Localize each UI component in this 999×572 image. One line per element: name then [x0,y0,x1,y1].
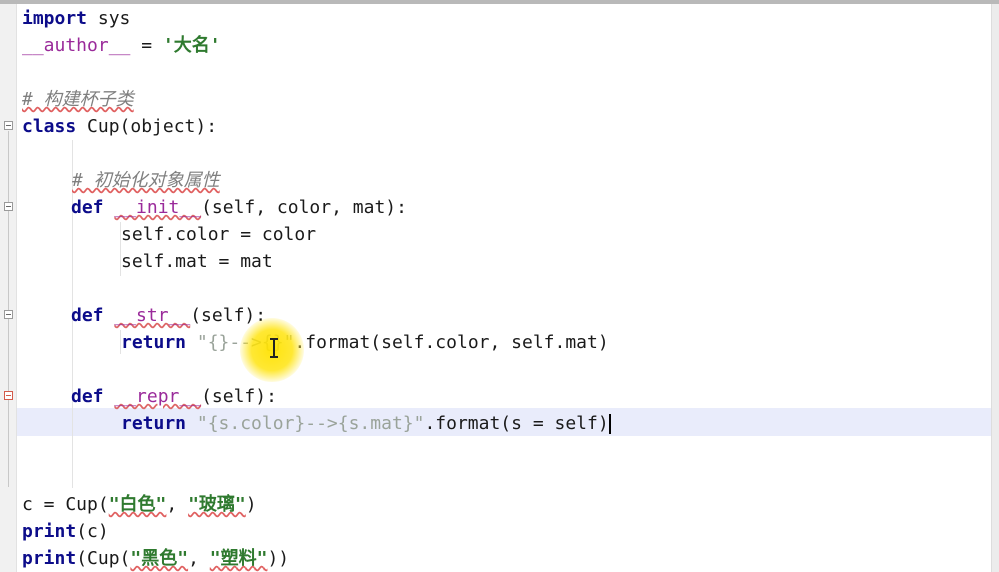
code-line-current[interactable]: return "{s.color}-->{s.mat}".format(s = … [121,410,611,437]
code-line[interactable]: __author__ = '大名' [22,32,221,59]
code-line[interactable]: c = Cup("白色", "玻璃") [22,491,257,518]
code-text: (self, color, mat): [201,197,407,218]
keyword: import [22,8,88,29]
editor-scrollbar[interactable] [991,4,999,572]
code-line[interactable]: def __repr__(self): [71,383,277,410]
code-text: ) [245,494,257,515]
string-literal: "玻璃" [188,494,246,515]
dunder-name: __str__ [114,305,191,326]
code-text: sys [87,8,131,29]
string-literal: "塑料" [209,548,268,569]
string-literal: "黑色" [130,548,189,569]
code-line[interactable]: def __str__(self): [71,302,266,329]
code-text: self.mat = mat [121,251,273,272]
keyword: class [22,116,77,137]
keyword: print [22,521,77,542]
code-line[interactable]: def __init__(self, color, mat): [71,194,407,221]
keyword: def [71,305,104,326]
code-text: c = Cup( [22,494,109,515]
fold-toggle-icon[interactable] [4,202,13,211]
string-literal: '大名' [162,35,221,56]
text-cursor-icon [270,338,278,358]
keyword: print [22,548,77,569]
code-text: , [166,494,189,515]
comment: # 构建杯子类 [22,89,134,110]
string-literal: "{s.color}-->{s.mat}" [196,413,425,434]
code-line[interactable]: import sys [22,5,130,32]
code-line[interactable]: self.color = color [121,221,316,248]
code-line[interactable]: class Cup(object): [22,113,217,140]
editor-top-border [0,0,999,4]
code-text: self.color = color [121,224,317,245]
fold-range-line [8,131,9,487]
keyword: return [121,413,187,434]
code-text: )) [267,548,290,569]
code-line[interactable]: return "{}-->{}".format(self.color, self… [121,329,609,356]
code-text: (c) [76,521,109,542]
fold-toggle-icon[interactable] [4,391,13,400]
code-line[interactable]: # 构建杯子类 [22,86,134,113]
comment: # 初始化对象属性 [72,170,220,191]
code-line[interactable]: self.mat = mat [121,248,273,275]
dunder-name: __init__ [114,197,202,218]
code-text: , [188,548,210,569]
dunder-name: __author__ [22,35,131,56]
fold-toggle-icon[interactable] [4,121,13,130]
operator: = [130,35,163,56]
code-text: .format(s = self) [424,413,609,434]
code-line[interactable]: # 初始化对象属性 [72,167,220,194]
code-text: (Cup( [76,548,131,569]
code-text: Cup(object): [76,116,218,137]
keyword: def [71,386,104,407]
dunder-name: __repr__ [114,386,202,407]
code-line[interactable]: print(c) [22,518,109,545]
fold-toggle-icon[interactable] [4,310,13,319]
keyword: def [71,197,104,218]
code-line[interactable]: print(Cup("黑色", "塑料")) [22,545,289,572]
text-caret [608,414,611,434]
code-text: .format(self.color, self.mat) [294,332,609,353]
string-literal: "白色" [108,494,167,515]
code-text: (self): [201,386,277,407]
keyword: return [121,332,187,353]
